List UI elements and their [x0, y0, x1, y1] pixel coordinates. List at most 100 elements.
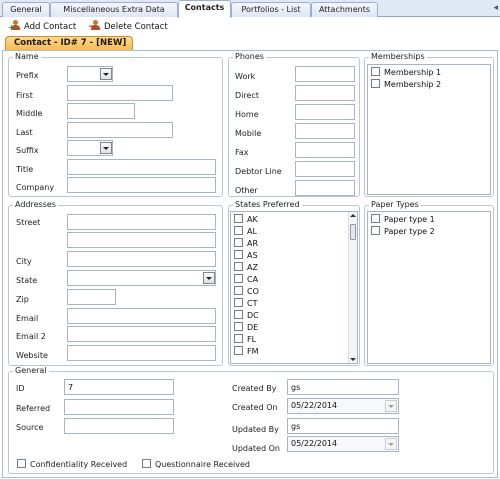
- delete-contact-button[interactable]: − Delete Contact: [88, 20, 168, 34]
- prefix-dropdown-arrow-icon[interactable]: [100, 68, 112, 80]
- suffix-dropdown-arrow-icon[interactable]: [100, 142, 112, 154]
- state-dropdown[interactable]: [67, 270, 216, 286]
- scrollbar-thumb[interactable]: [350, 224, 356, 240]
- addresses-group: Addresses Street City State Zip Email Em…: [8, 200, 223, 366]
- membership-item[interactable]: Membership 2: [371, 79, 441, 90]
- checkbox[interactable]: [234, 274, 243, 283]
- source-input[interactable]: [64, 418, 174, 434]
- state-item[interactable]: AS: [234, 250, 258, 261]
- company-input[interactable]: [67, 177, 216, 193]
- mobile-phone-input[interactable]: [295, 123, 355, 139]
- first-name-input[interactable]: [67, 85, 173, 101]
- tab-scroll-left-icon[interactable]: ◂: [493, 3, 498, 13]
- state-item[interactable]: DC: [234, 310, 259, 321]
- created-on-date[interactable]: 05/22/2014: [287, 398, 399, 414]
- questionnaire-received-checkbox[interactable]: [142, 459, 151, 468]
- created-by-label: Created By: [232, 384, 277, 393]
- state-item[interactable]: FL: [234, 334, 256, 345]
- checkbox[interactable]: [234, 238, 243, 247]
- state-item[interactable]: AZ: [234, 262, 258, 273]
- state-item[interactable]: AR: [234, 238, 258, 249]
- paper-types-list: Paper type 1 Paper type 2: [367, 211, 491, 364]
- general-group-title: General: [13, 366, 49, 376]
- tab-strip: General Miscellaneous Extra Data Contact…: [0, 0, 500, 18]
- fax-input[interactable]: [295, 142, 355, 158]
- id-input[interactable]: [64, 379, 174, 395]
- checkbox[interactable]: [371, 67, 380, 76]
- email2-input[interactable]: [67, 326, 216, 342]
- created-by-input[interactable]: [287, 379, 399, 395]
- work-phone-input[interactable]: [295, 66, 355, 82]
- state-dropdown-arrow-icon[interactable]: [203, 272, 215, 284]
- scroll-down-icon[interactable]: [350, 358, 356, 361]
- add-contact-button[interactable]: + Add Contact: [8, 20, 76, 34]
- source-label: Source: [16, 423, 44, 432]
- tab-attachments[interactable]: Attachments: [311, 2, 378, 17]
- state-item[interactable]: DE: [234, 322, 258, 333]
- created-on-calendar-arrow-icon[interactable]: [385, 400, 397, 412]
- updated-by-input[interactable]: [287, 418, 399, 434]
- debtor-line-label: Debtor Line: [235, 167, 282, 176]
- contact-panel: Name Prefix First Middle Last Suffix Tit…: [2, 50, 498, 478]
- checkbox[interactable]: [234, 226, 243, 235]
- record-tab[interactable]: Contact - ID# 7 - [NEW]: [5, 36, 133, 51]
- confidentiality-received-checkbox-row[interactable]: Confidentiality Received: [17, 459, 127, 470]
- tab-contacts[interactable]: Contacts: [178, 0, 231, 18]
- tab-miscellaneous-extra-data[interactable]: Miscellaneous Extra Data: [50, 2, 178, 17]
- street-line2-input[interactable]: [67, 232, 216, 248]
- first-label: First: [16, 91, 33, 100]
- state-item[interactable]: AK: [234, 214, 258, 225]
- paper-type-item[interactable]: Paper type 2: [371, 226, 435, 237]
- state-item[interactable]: CO: [234, 286, 259, 297]
- scroll-up-icon[interactable]: [350, 214, 356, 217]
- paper-type-item[interactable]: Paper type 1: [371, 214, 435, 225]
- zip-label: Zip: [16, 295, 29, 304]
- checkbox[interactable]: [234, 262, 243, 271]
- checkbox[interactable]: [371, 226, 380, 235]
- middle-label: Middle: [16, 109, 43, 118]
- referred-input[interactable]: [64, 399, 174, 415]
- state-item[interactable]: CA: [234, 274, 258, 285]
- other-phone-input[interactable]: [295, 180, 355, 196]
- updated-on-date[interactable]: 05/22/2014: [287, 436, 399, 452]
- checkbox[interactable]: [234, 286, 243, 295]
- city-input[interactable]: [67, 251, 216, 267]
- checkbox[interactable]: [234, 298, 243, 307]
- confidentiality-received-checkbox[interactable]: [17, 459, 26, 468]
- checkbox[interactable]: [234, 214, 243, 223]
- state-item[interactable]: CT: [234, 298, 257, 309]
- tab-general[interactable]: General: [2, 2, 50, 17]
- membership-item[interactable]: Membership 1: [371, 67, 441, 78]
- email-input[interactable]: [67, 308, 216, 324]
- home-label: Home: [235, 110, 259, 119]
- updated-on-calendar-arrow-icon[interactable]: [385, 438, 397, 450]
- confidentiality-received-label: Confidentiality Received: [30, 460, 128, 469]
- debtor-line-input[interactable]: [295, 161, 355, 177]
- checkbox[interactable]: [234, 250, 243, 259]
- website-label: Website: [16, 351, 48, 360]
- remove-person-icon: −: [88, 20, 101, 32]
- tab-portfolios-list[interactable]: Portfolios - List: [231, 2, 311, 17]
- states-preferred-group-title: States Preferred: [233, 200, 302, 210]
- last-name-input[interactable]: [67, 122, 173, 138]
- memberships-group-title: Memberships: [369, 52, 427, 62]
- state-item[interactable]: FM: [234, 346, 259, 357]
- checkbox[interactable]: [371, 79, 380, 88]
- direct-phone-input[interactable]: [295, 85, 355, 101]
- states-list-scrollbar[interactable]: [348, 212, 357, 363]
- checkbox[interactable]: [371, 214, 380, 223]
- street-line1-input[interactable]: [67, 214, 216, 230]
- website-input[interactable]: [67, 345, 216, 361]
- checkbox[interactable]: [234, 322, 243, 331]
- state-item[interactable]: AL: [234, 226, 257, 237]
- checkbox[interactable]: [234, 346, 243, 355]
- title-label: Title: [16, 165, 34, 174]
- questionnaire-received-checkbox-row[interactable]: Questionnaire Received: [142, 459, 250, 470]
- state-label: State: [16, 276, 38, 285]
- checkbox[interactable]: [234, 310, 243, 319]
- home-phone-input[interactable]: [295, 104, 355, 120]
- middle-name-input[interactable]: [67, 103, 135, 119]
- zip-input[interactable]: [67, 289, 116, 305]
- title-input[interactable]: [67, 159, 216, 175]
- checkbox[interactable]: [234, 334, 243, 343]
